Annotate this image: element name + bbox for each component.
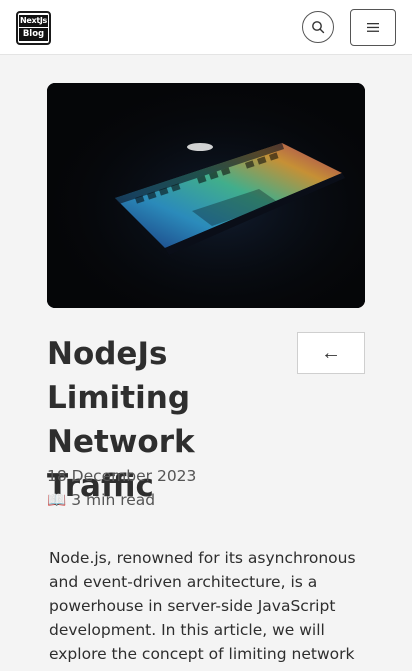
read-time: 📖 3 min read xyxy=(47,489,155,511)
laptop-photo xyxy=(47,83,365,308)
hamburger-icon xyxy=(367,23,379,32)
top-navbar: NextJs Blog xyxy=(0,0,412,55)
site-logo[interactable]: NextJs Blog xyxy=(16,11,51,45)
search-button[interactable] xyxy=(302,11,334,43)
post-intro-paragraph: Node.js, renowned for its asynchronous a… xyxy=(49,549,356,671)
logo-text-blog: Blog xyxy=(19,28,48,41)
post-date: 18 December 2023 xyxy=(47,467,197,485)
read-time-label: 3 min read xyxy=(71,491,156,509)
logo-text-nextjs: NextJs xyxy=(19,15,48,27)
menu-toggle-button[interactable] xyxy=(350,9,396,46)
post-hero-image xyxy=(47,83,365,308)
arrow-left-icon: ← xyxy=(321,342,341,364)
book-icon: 📖 xyxy=(47,491,67,509)
back-button[interactable]: ← xyxy=(297,332,365,374)
search-icon xyxy=(312,21,325,34)
